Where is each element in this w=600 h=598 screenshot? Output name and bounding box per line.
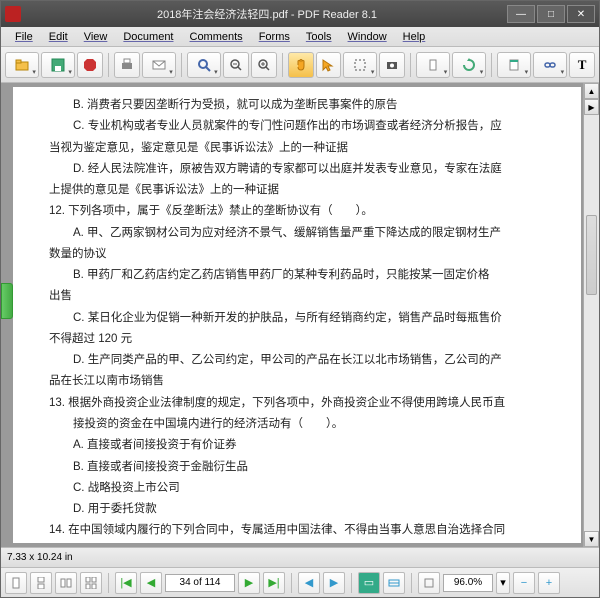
menu-document[interactable]: Document	[115, 29, 181, 45]
rotate-button[interactable]	[452, 52, 486, 78]
prev-page-button[interactable]: ◀	[140, 572, 162, 594]
search-button[interactable]	[187, 52, 221, 78]
app-icon	[5, 6, 21, 22]
zoom-out-button[interactable]	[223, 52, 249, 78]
nav-forward-button[interactable]: ▶	[323, 572, 345, 594]
navbar: |◀ ◀ ▶ ▶| ◀ ▶ ▭ ▾ − +	[1, 567, 599, 597]
page-content[interactable]: B. 消费者只要因垄断行为受损，就可以成为垄断民事案件的原告 C. 专业机构或者…	[13, 87, 581, 543]
next-page-button[interactable]: ▶	[238, 572, 260, 594]
scroll-down-button[interactable]: ▼	[584, 531, 599, 547]
print-button[interactable]	[114, 52, 140, 78]
page-number-input[interactable]	[165, 574, 235, 592]
stop-button[interactable]	[77, 52, 103, 78]
email-button[interactable]	[142, 52, 176, 78]
continuous-button[interactable]	[30, 572, 52, 594]
fit-page-button[interactable]: ▭	[358, 572, 380, 594]
scroll-up-button[interactable]: ▲	[584, 83, 599, 99]
vertical-scrollbar[interactable]: ▲ ▶ ▼	[583, 83, 599, 547]
zoom-input[interactable]	[443, 574, 493, 592]
menu-view[interactable]: View	[76, 29, 116, 45]
scroll-track[interactable]	[584, 115, 599, 531]
hand-tool-button[interactable]	[288, 52, 314, 78]
menubar: File Edit View Document Comments Forms T…	[1, 27, 599, 47]
scroll-right-indicator[interactable]: ▶	[584, 99, 599, 115]
titlebar: 2018年注会经济法轻四.pdf - PDF Reader 8.1 — □ ✕	[1, 1, 599, 27]
facing-button[interactable]	[55, 572, 77, 594]
menu-forms[interactable]: Forms	[251, 29, 298, 45]
bookmark-button[interactable]	[497, 52, 531, 78]
document-area: B. 消费者只要因垄断行为受损，就可以成为垄断民事案件的原告 C. 专业机构或者…	[1, 83, 599, 547]
zoom-in-button[interactable]	[251, 52, 277, 78]
snapshot-button[interactable]	[379, 52, 405, 78]
save-button[interactable]	[41, 52, 75, 78]
fit-width-nav-button[interactable]	[383, 572, 405, 594]
last-page-button[interactable]: ▶|	[263, 572, 285, 594]
single-page-button[interactable]	[5, 572, 27, 594]
menu-comments[interactable]: Comments	[182, 29, 251, 45]
statusbar: 7.33 x 10.24 in	[1, 547, 599, 567]
link-button[interactable]	[533, 52, 567, 78]
text-tool-button[interactable]: T	[569, 52, 595, 78]
zoom-in-nav-button[interactable]: +	[538, 572, 560, 594]
side-panel-tab[interactable]	[1, 283, 13, 319]
toolbar: T	[1, 47, 599, 83]
selection-tool-button[interactable]	[343, 52, 377, 78]
menu-help[interactable]: Help	[395, 29, 434, 45]
menu-window[interactable]: Window	[340, 29, 395, 45]
minimize-button[interactable]: —	[507, 5, 535, 23]
page-dimensions: 7.33 x 10.24 in	[7, 552, 73, 563]
scroll-thumb[interactable]	[586, 215, 597, 295]
menu-edit[interactable]: Edit	[41, 29, 76, 45]
open-button[interactable]	[5, 52, 39, 78]
first-page-button[interactable]: |◀	[115, 572, 137, 594]
menu-file[interactable]: File	[7, 29, 41, 45]
zoom-dropdown-button[interactable]: ▾	[496, 572, 510, 594]
facing-continuous-button[interactable]	[80, 572, 102, 594]
window-title: 2018年注会经济法轻四.pdf - PDF Reader 8.1	[27, 6, 507, 22]
fit-width-button[interactable]	[416, 52, 450, 78]
select-tool-button[interactable]	[316, 52, 342, 78]
actual-size-button[interactable]	[418, 572, 440, 594]
menu-tools[interactable]: Tools	[298, 29, 340, 45]
close-button[interactable]: ✕	[567, 5, 595, 23]
zoom-out-nav-button[interactable]: −	[513, 572, 535, 594]
maximize-button[interactable]: □	[537, 5, 565, 23]
nav-back-button[interactable]: ◀	[298, 572, 320, 594]
